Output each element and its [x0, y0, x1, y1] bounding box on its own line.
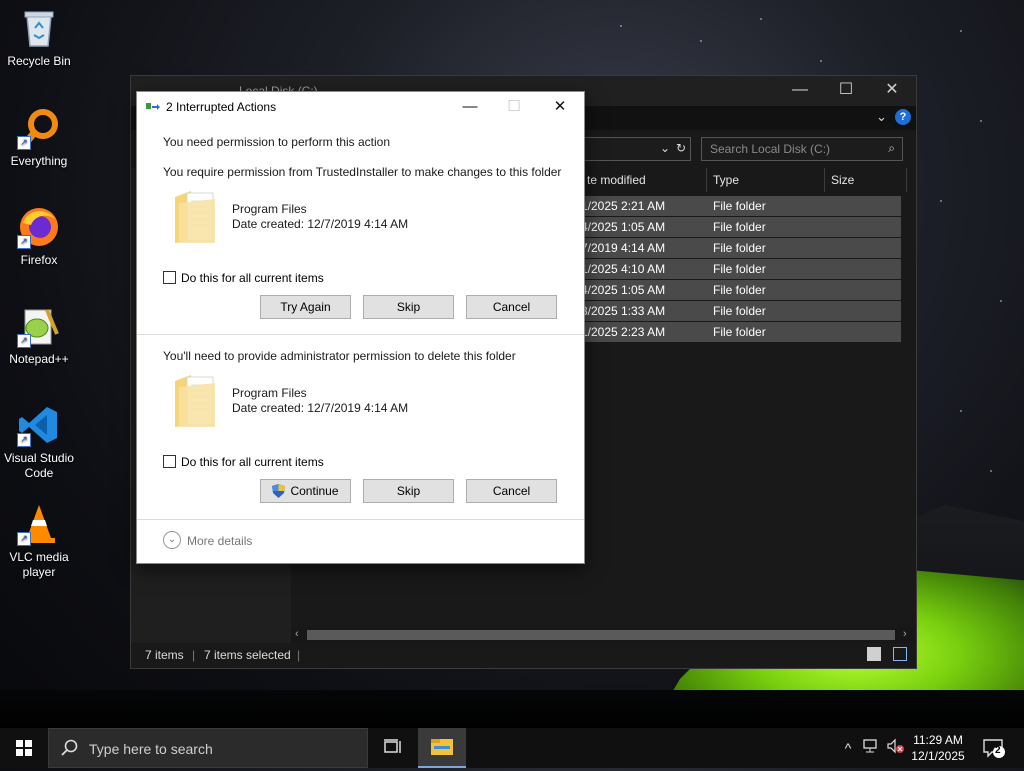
apply-all-label[interactable]: Do this for all current items — [181, 455, 324, 469]
taskbar: Type here to search ^ 11:29 AM 12/1/2025 — [0, 728, 1024, 768]
windows-logo-icon — [16, 740, 32, 756]
search-icon — [61, 739, 78, 756]
address-bar[interactable]: ⌄ ↻ — [581, 137, 691, 161]
clock-time: 11:29 AM — [913, 733, 963, 747]
desktop-icon-label: VLC media player — [9, 550, 69, 579]
network-icon[interactable] — [861, 738, 881, 758]
system-clock[interactable]: 11:29 AM 12/1/2025 — [906, 732, 970, 764]
firefox-icon: ↗ — [17, 205, 61, 249]
interrupted-actions-dialog[interactable]: 2 Interrupted Actions — ☐ ✕ You need per… — [136, 91, 585, 564]
ribbon-expand-icon[interactable]: ⌄ — [876, 109, 887, 125]
desktop-icon-label: Everything — [10, 154, 68, 168]
minimize-button[interactable]: — — [777, 76, 823, 106]
desktop-icon-everything[interactable]: ↗ Everything — [2, 106, 76, 169]
task-view-icon — [384, 739, 401, 753]
close-button[interactable]: ✕ — [869, 76, 915, 106]
explorer-search-input[interactable]: Search Local Disk (C:) ⌕ — [701, 137, 903, 161]
shortcut-arrow-icon: ↗ — [17, 532, 31, 546]
folder-icon — [175, 191, 215, 243]
apply-all-checkbox[interactable] — [163, 455, 176, 468]
scroll-thumb[interactable] — [307, 630, 895, 640]
close-button[interactable]: ✕ — [545, 96, 575, 118]
copy-progress-icon — [146, 103, 160, 110]
shortcut-arrow-icon: ↗ — [17, 136, 31, 150]
refresh-icon[interactable]: ↻ — [676, 141, 686, 155]
desktop-icon-vscode[interactable]: ↗ Visual Studio Code — [2, 403, 76, 481]
horizontal-scrollbar[interactable]: ‹ › — [291, 627, 915, 643]
status-bar: 7 items | 7 items selected | — [131, 643, 916, 667]
large-icons-view-icon[interactable] — [893, 647, 907, 661]
folder-date-created: Date created: 12/7/2019 4:14 AM — [232, 401, 409, 415]
cancel-button[interactable]: Cancel — [466, 295, 557, 319]
more-details-link[interactable]: More details — [187, 534, 252, 548]
desktop-icon-label: Recycle Bin — [7, 54, 71, 68]
taskbar-file-explorer[interactable] — [418, 728, 466, 768]
shortcut-arrow-icon: ↗ — [17, 235, 31, 249]
status-selected-count: 7 items selected — [204, 648, 291, 662]
chevron-down-icon[interactable]: ⌄ — [163, 531, 181, 549]
wallpaper-ground — [0, 690, 1024, 730]
file-explorer-icon — [431, 739, 453, 755]
maximize-button: ☐ — [507, 98, 521, 115]
notification-count: 2 — [995, 745, 1001, 756]
column-header-type[interactable]: Type — [707, 168, 825, 192]
dialog-title-bar[interactable]: 2 Interrupted Actions — ☐ ✕ — [137, 92, 584, 122]
help-icon[interactable]: ? — [895, 109, 911, 125]
skip-button[interactable]: Skip — [363, 295, 454, 319]
cancel-button[interactable]: Cancel — [466, 479, 557, 503]
everything-search-icon: ↗ — [17, 106, 61, 150]
dialog-title: 2 Interrupted Actions — [166, 100, 277, 114]
apply-all-checkbox[interactable] — [163, 271, 176, 284]
column-header-size[interactable]: Size — [825, 168, 907, 192]
notification-center-button[interactable]: 2 — [982, 736, 1006, 760]
taskbar-search-placeholder: Type here to search — [89, 741, 213, 757]
status-item-count: 7 items — [145, 648, 184, 662]
section-divider — [137, 519, 584, 520]
trustedinstaller-message: You require permission from TrustedInsta… — [163, 165, 562, 179]
chevron-down-icon[interactable]: ⌄ — [660, 141, 670, 155]
desktop-icon-recycle-bin[interactable]: Recycle Bin — [2, 6, 76, 69]
notepadpp-icon: ↗ — [17, 304, 61, 348]
admin-permission-message: You'll need to provide administrator per… — [163, 349, 516, 363]
continue-button[interactable]: Continue — [260, 479, 351, 503]
section-divider — [137, 334, 584, 335]
folder-icon — [175, 375, 215, 427]
folder-name: Program Files — [232, 386, 307, 400]
vscode-icon: ↗ — [17, 403, 61, 447]
folder-name: Program Files — [232, 202, 307, 216]
scroll-left-icon[interactable]: ‹ — [295, 628, 299, 640]
scroll-right-icon[interactable]: › — [903, 628, 907, 640]
start-button[interactable] — [0, 728, 48, 768]
column-header-date[interactable]: te modified — [581, 168, 707, 192]
desktop-icon-firefox[interactable]: ↗ Firefox — [2, 205, 76, 268]
desktop-icon-label: Visual Studio Code — [4, 451, 74, 480]
vlc-cone-icon: ↗ — [17, 502, 61, 546]
notification-icon — [983, 739, 1005, 758]
folder-date-created: Date created: 12/7/2019 4:14 AM — [232, 217, 409, 231]
volume-muted-icon[interactable] — [885, 738, 905, 758]
search-icon: ⌕ — [888, 141, 895, 155]
chevron-up-icon[interactable]: ^ — [838, 738, 858, 758]
shortcut-arrow-icon: ↗ — [17, 334, 31, 348]
try-again-button[interactable]: Try Again — [260, 295, 351, 319]
clock-date: 12/1/2025 — [911, 749, 965, 763]
apply-all-label[interactable]: Do this for all current items — [181, 271, 324, 285]
recycle-bin-icon — [17, 6, 61, 50]
task-view-button[interactable] — [378, 728, 408, 768]
desktop-icon-label: Firefox — [20, 253, 58, 267]
desktop-icon-label: Notepad++ — [9, 352, 69, 366]
search-placeholder: Search Local Disk (C:) — [710, 142, 831, 156]
shortcut-arrow-icon: ↗ — [17, 433, 31, 447]
minimize-button[interactable]: — — [455, 96, 485, 118]
taskbar-search-box[interactable]: Type here to search — [48, 728, 368, 768]
permission-heading: You need permission to perform this acti… — [163, 135, 391, 149]
desktop-icon-notepadpp[interactable]: ↗ Notepad++ — [2, 304, 76, 367]
continue-label: Continue — [290, 484, 339, 498]
details-view-icon[interactable] — [867, 647, 881, 661]
skip-button[interactable]: Skip — [363, 479, 454, 503]
desktop-icon-vlc[interactable]: ↗ VLC media player — [2, 502, 76, 580]
maximize-button[interactable]: ☐ — [823, 76, 869, 106]
uac-shield-icon — [272, 484, 286, 498]
